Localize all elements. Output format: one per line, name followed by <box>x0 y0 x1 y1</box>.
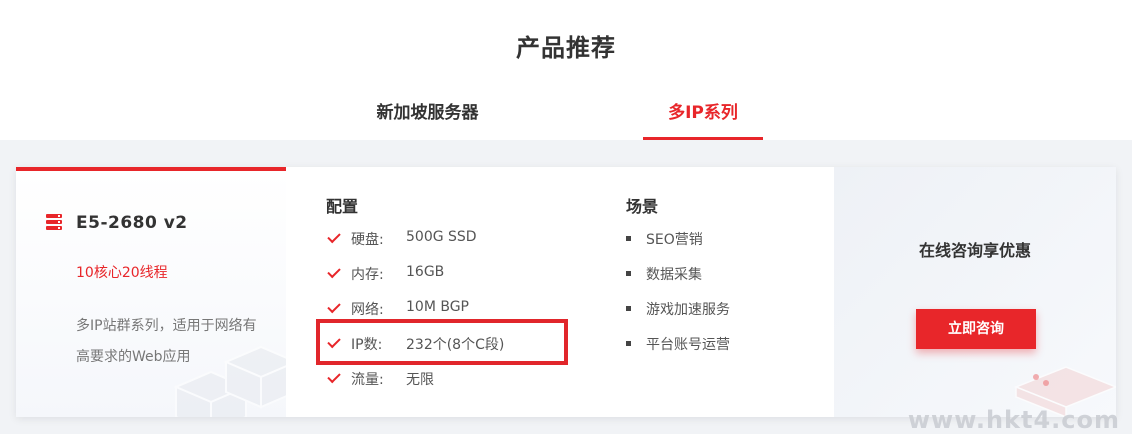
product-cores: 10核心20线程 <box>76 265 168 281</box>
config-value: 500G SSD <box>406 229 477 245</box>
check-icon <box>327 369 341 384</box>
tab-multi-ip-series[interactable]: 多IP系列 <box>643 96 763 146</box>
decorative-cubes-icon <box>173 345 286 417</box>
check-icon <box>327 299 341 314</box>
config-value: 10M BGP <box>406 299 469 315</box>
watermark: www.hkt4.com <box>907 406 1120 434</box>
config-value: 16GB <box>406 264 445 280</box>
check-icon <box>327 229 341 244</box>
scene-label: 平台账号运营 <box>646 337 730 353</box>
tab-label: 多IP系列 <box>668 103 738 123</box>
scene-label: 数据采集 <box>646 267 702 283</box>
check-icon <box>327 264 341 279</box>
promo-text: 在线咨询享优惠 <box>918 241 1031 260</box>
scene-label: 游戏加速服务 <box>646 302 730 318</box>
product-summary: E5-2680 v2 10核心20线程 多IP站群系列，适用于网络有高要求的We… <box>16 167 286 417</box>
tab-singapore-server[interactable]: 新加坡服务器 <box>360 96 495 140</box>
scene-heading: 场景 <box>626 197 659 216</box>
ip-count-highlight-box <box>316 319 568 365</box>
bullet-icon <box>626 236 631 241</box>
bullet-icon <box>626 271 631 276</box>
consult-now-button[interactable]: 立即咨询 <box>916 309 1036 349</box>
product-card: E5-2680 v2 10核心20线程 多IP站群系列，适用于网络有高要求的We… <box>16 167 1116 417</box>
server-icon <box>46 214 62 232</box>
page-title: 产品推荐 <box>516 34 616 62</box>
config-label: 硬盘: <box>351 232 384 248</box>
config-heading: 配置 <box>326 197 359 216</box>
promo-panel: 在线咨询享优惠 立即咨询 <box>834 167 1116 417</box>
page: 产品推荐 新加坡服务器 多IP系列 E5-2680 v2 10核心20线程 多I… <box>0 0 1132 434</box>
bullet-icon <box>626 306 631 311</box>
product-model: E5-2680 v2 <box>76 213 188 233</box>
config-label: 内存: <box>351 267 384 283</box>
config-label: 网络: <box>351 302 384 318</box>
product-tabs: 新加坡服务器 多IP系列 <box>0 96 1132 146</box>
config-label: 流量: <box>351 372 384 388</box>
config-value: 无限 <box>406 372 434 388</box>
scene-label: SEO营销 <box>646 232 703 248</box>
bullet-icon <box>626 341 631 346</box>
